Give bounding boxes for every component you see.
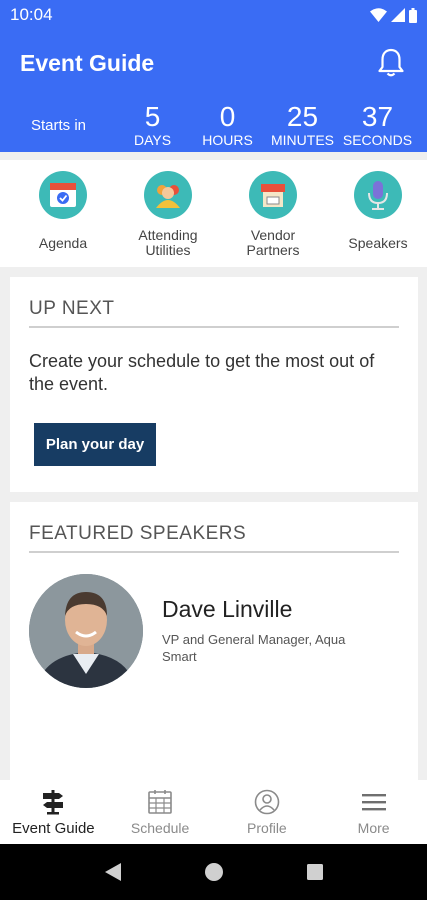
- quick-link-attending-utilities[interactable]: Attending Utilities: [119, 160, 217, 267]
- avatar: [29, 574, 143, 688]
- battery-icon: [409, 7, 417, 23]
- nav-item-profile[interactable]: Profile: [214, 780, 321, 844]
- back-icon[interactable]: [104, 862, 122, 882]
- countdown-value: 37: [361, 101, 394, 132]
- quick-links: Agenda Attending Utilities Vendor Partne…: [0, 160, 427, 267]
- status-bar: 10:04: [0, 0, 427, 30]
- nav-label: Schedule: [130, 820, 190, 836]
- wifi-icon: [370, 8, 387, 22]
- countdown-value: 0: [219, 101, 236, 132]
- bottom-nav: Event Guide Schedule Profile More: [0, 780, 427, 844]
- menu-icon: [360, 788, 388, 816]
- quick-link-agenda[interactable]: Agenda: [14, 160, 112, 267]
- recents-icon[interactable]: [306, 863, 324, 881]
- countdown: Starts in 5 DAYS 0 HOURS 25 MINUTES 37 S…: [0, 100, 427, 150]
- quick-link-speakers[interactable]: Speakers: [329, 160, 427, 267]
- up-next-title: UP NEXT: [29, 277, 399, 328]
- countdown-unit-label: DAYS: [133, 132, 172, 148]
- status-icons: [370, 7, 417, 23]
- nav-label: More: [357, 820, 390, 836]
- countdown-unit-label: HOURS: [202, 132, 253, 148]
- cell-signal-icon: [391, 8, 405, 22]
- countdown-unit-label: MINUTES: [271, 132, 334, 148]
- quick-link-label: Agenda: [38, 234, 88, 251]
- speaker-item[interactable]: Dave Linville VP and General Manager, Aq…: [29, 574, 367, 688]
- countdown-unit-label: SECONDS: [342, 132, 413, 148]
- microphone-icon: [354, 171, 402, 219]
- countdown-hours: 0 HOURS: [190, 101, 265, 149]
- nav-item-event-guide[interactable]: Event Guide: [0, 780, 107, 844]
- calendar-icon: [39, 171, 87, 219]
- countdown-days: 5 DAYS: [115, 101, 190, 149]
- plan-your-day-button[interactable]: Plan your day: [34, 423, 156, 466]
- speaker-title: VP and General Manager, Aqua Smart: [162, 632, 346, 664]
- quick-link-label: Speakers: [348, 234, 408, 251]
- countdown-value: 25: [286, 101, 319, 132]
- signpost-icon: [39, 788, 67, 816]
- people-icon: [144, 171, 192, 219]
- featured-speakers-card: FEATURED SPEAKERS Dave Linville VP and G…: [10, 502, 418, 780]
- up-next-card: UP NEXT Create your schedule to get the …: [10, 277, 418, 492]
- countdown-seconds: 37 SECONDS: [340, 101, 415, 149]
- schedule-icon: [146, 788, 174, 816]
- bell-icon[interactable]: [375, 46, 407, 78]
- speaker-info: Dave Linville VP and General Manager, Aq…: [162, 574, 367, 688]
- home-icon[interactable]: [204, 862, 224, 882]
- page-title: Event Guide: [20, 50, 155, 76]
- nav-item-more[interactable]: More: [320, 780, 427, 844]
- nav-item-schedule[interactable]: Schedule: [107, 780, 214, 844]
- status-time: 10:04: [10, 5, 53, 24]
- speaker-name: Dave Linville: [162, 596, 293, 622]
- nav-label: Event Guide: [12, 820, 95, 837]
- up-next-text: Create your schedule to get the most out…: [29, 351, 375, 394]
- featured-speakers-title: FEATURED SPEAKERS: [29, 502, 399, 553]
- nav-label: Profile: [247, 820, 287, 836]
- countdown-minutes: 25 MINUTES: [265, 101, 340, 149]
- system-nav-bar: [0, 844, 427, 900]
- countdown-label: Starts in: [31, 116, 87, 134]
- app-header: Event Guide Starts in 5 DAYS 0 HOURS 25 …: [0, 30, 427, 152]
- quick-link-label: Attending Utilities: [138, 227, 198, 258]
- storefront-icon: [249, 171, 297, 219]
- quick-link-label: Vendor Partners: [246, 227, 300, 258]
- profile-icon: [253, 788, 281, 816]
- quick-link-vendor-partners[interactable]: Vendor Partners: [224, 160, 322, 267]
- countdown-value: 5: [144, 101, 161, 132]
